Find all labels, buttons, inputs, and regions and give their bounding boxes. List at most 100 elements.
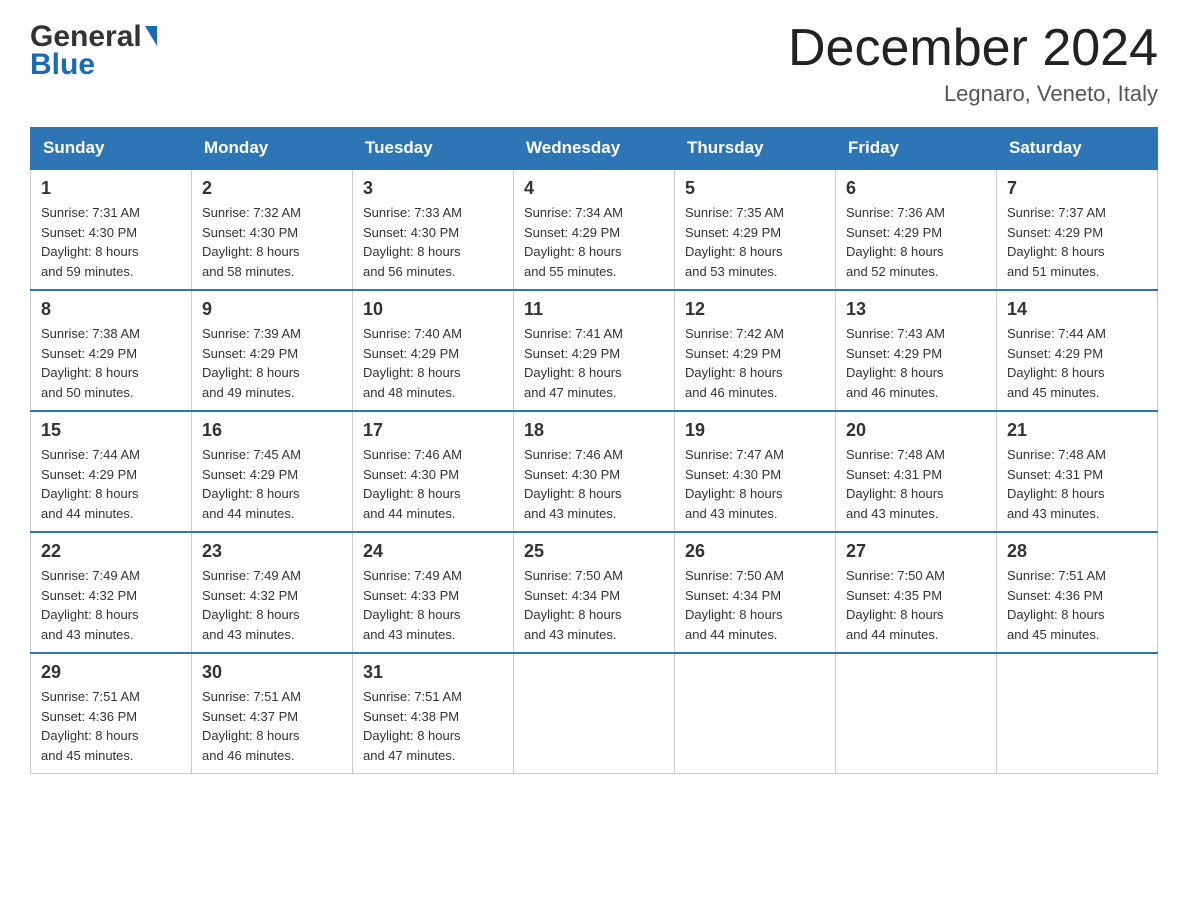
- day-cell: 3Sunrise: 7:33 AMSunset: 4:30 PMDaylight…: [353, 169, 514, 290]
- day-number: 15: [41, 420, 181, 441]
- day-info: Sunrise: 7:37 AMSunset: 4:29 PMDaylight:…: [1007, 203, 1147, 281]
- day-number: 7: [1007, 178, 1147, 199]
- day-info: Sunrise: 7:32 AMSunset: 4:30 PMDaylight:…: [202, 203, 342, 281]
- day-info: Sunrise: 7:39 AMSunset: 4:29 PMDaylight:…: [202, 324, 342, 402]
- day-info: Sunrise: 7:49 AMSunset: 4:33 PMDaylight:…: [363, 566, 503, 644]
- col-thursday: Thursday: [675, 128, 836, 170]
- logo-blue-text: Blue: [30, 48, 157, 82]
- col-saturday: Saturday: [997, 128, 1158, 170]
- day-number: 12: [685, 299, 825, 320]
- day-cell: 27 Sunrise: 7:50 AMSunset: 4:35 PMDayligh…: [836, 532, 997, 653]
- day-info: Sunrise: 7:50 AMSunset: 4:35 PMDaylight:…: [846, 566, 986, 644]
- day-number: 1: [41, 178, 181, 199]
- day-info: Sunrise: 7:44 AMSunset: 4:29 PMDaylight:…: [41, 445, 181, 523]
- day-cell: 12 Sunrise: 7:42 AMSunset: 4:29 PMDayligh…: [675, 290, 836, 411]
- day-cell: 22 Sunrise: 7:49 AMSunset: 4:32 PMDayligh…: [31, 532, 192, 653]
- day-number: 21: [1007, 420, 1147, 441]
- day-number: 11: [524, 299, 664, 320]
- day-info: Sunrise: 7:38 AMSunset: 4:29 PMDaylight:…: [41, 324, 181, 402]
- day-cell: [675, 653, 836, 774]
- day-cell: 31 Sunrise: 7:51 AMSunset: 4:38 PMDayligh…: [353, 653, 514, 774]
- day-cell: 6Sunrise: 7:36 AMSunset: 4:29 PMDaylight…: [836, 169, 997, 290]
- logo: General Blue: [30, 20, 157, 82]
- day-number: 20: [846, 420, 986, 441]
- day-number: 17: [363, 420, 503, 441]
- day-number: 8: [41, 299, 181, 320]
- day-number: 24: [363, 541, 503, 562]
- day-number: 13: [846, 299, 986, 320]
- location-text: Legnaro, Veneto, Italy: [788, 81, 1158, 107]
- day-cell: 25 Sunrise: 7:50 AMSunset: 4:34 PMDayligh…: [514, 532, 675, 653]
- day-info: Sunrise: 7:42 AMSunset: 4:29 PMDaylight:…: [685, 324, 825, 402]
- day-cell: [514, 653, 675, 774]
- day-cell: 28 Sunrise: 7:51 AMSunset: 4:36 PMDayligh…: [997, 532, 1158, 653]
- day-number: 16: [202, 420, 342, 441]
- day-cell: 30Sunrise: 7:51 AMSunset: 4:37 PMDayligh…: [192, 653, 353, 774]
- day-cell: 17 Sunrise: 7:46 AMSunset: 4:30 PMDayligh…: [353, 411, 514, 532]
- day-number: 2: [202, 178, 342, 199]
- day-cell: 13 Sunrise: 7:43 AMSunset: 4:29 PMDayligh…: [836, 290, 997, 411]
- day-number: 14: [1007, 299, 1147, 320]
- day-cell: 16Sunrise: 7:45 AMSunset: 4:29 PMDayligh…: [192, 411, 353, 532]
- day-number: 25: [524, 541, 664, 562]
- day-cell: 7 Sunrise: 7:37 AMSunset: 4:29 PMDaylight…: [997, 169, 1158, 290]
- day-cell: 14 Sunrise: 7:44 AMSunset: 4:29 PMDayligh…: [997, 290, 1158, 411]
- calendar-header: Sunday Monday Tuesday Wednesday Thursday…: [31, 128, 1158, 170]
- day-info: Sunrise: 7:51 AMSunset: 4:37 PMDaylight:…: [202, 687, 342, 765]
- day-info: Sunrise: 7:51 AMSunset: 4:36 PMDaylight:…: [1007, 566, 1147, 644]
- day-number: 28: [1007, 541, 1147, 562]
- day-info: Sunrise: 7:47 AMSunset: 4:30 PMDaylight:…: [685, 445, 825, 523]
- day-cell: 24 Sunrise: 7:49 AMSunset: 4:33 PMDayligh…: [353, 532, 514, 653]
- day-cell: 2 Sunrise: 7:32 AMSunset: 4:30 PMDaylight…: [192, 169, 353, 290]
- day-number: 27: [846, 541, 986, 562]
- day-info: Sunrise: 7:35 AMSunset: 4:29 PMDaylight:…: [685, 203, 825, 281]
- title-section: December 2024 Legnaro, Veneto, Italy: [788, 20, 1158, 107]
- day-cell: [836, 653, 997, 774]
- day-info: Sunrise: 7:50 AMSunset: 4:34 PMDaylight:…: [524, 566, 664, 644]
- page-header: General Blue December 2024 Legnaro, Vene…: [30, 20, 1158, 107]
- day-cell: 29 Sunrise: 7:51 AMSunset: 4:36 PMDayligh…: [31, 653, 192, 774]
- col-friday: Friday: [836, 128, 997, 170]
- day-info: Sunrise: 7:51 AMSunset: 4:36 PMDaylight:…: [41, 687, 181, 765]
- day-cell: 23Sunrise: 7:49 AMSunset: 4:32 PMDayligh…: [192, 532, 353, 653]
- day-cell: 26Sunrise: 7:50 AMSunset: 4:34 PMDayligh…: [675, 532, 836, 653]
- day-cell: 4 Sunrise: 7:34 AMSunset: 4:29 PMDaylight…: [514, 169, 675, 290]
- col-tuesday: Tuesday: [353, 128, 514, 170]
- day-info: Sunrise: 7:51 AMSunset: 4:38 PMDaylight:…: [363, 687, 503, 765]
- week-row-4: 22 Sunrise: 7:49 AMSunset: 4:32 PMDayligh…: [31, 532, 1158, 653]
- day-number: 3: [363, 178, 503, 199]
- day-info: Sunrise: 7:40 AMSunset: 4:29 PMDaylight:…: [363, 324, 503, 402]
- day-number: 29: [41, 662, 181, 683]
- day-info: Sunrise: 7:41 AMSunset: 4:29 PMDaylight:…: [524, 324, 664, 402]
- day-cell: 20Sunrise: 7:48 AMSunset: 4:31 PMDayligh…: [836, 411, 997, 532]
- week-row-2: 8 Sunrise: 7:38 AMSunset: 4:29 PMDaylight…: [31, 290, 1158, 411]
- day-cell: [997, 653, 1158, 774]
- day-cell: 1Sunrise: 7:31 AMSunset: 4:30 PMDaylight…: [31, 169, 192, 290]
- day-cell: 18 Sunrise: 7:46 AMSunset: 4:30 PMDayligh…: [514, 411, 675, 532]
- day-info: Sunrise: 7:46 AMSunset: 4:30 PMDaylight:…: [524, 445, 664, 523]
- day-number: 22: [41, 541, 181, 562]
- day-number: 18: [524, 420, 664, 441]
- day-cell: 21 Sunrise: 7:48 AMSunset: 4:31 PMDayligh…: [997, 411, 1158, 532]
- col-wednesday: Wednesday: [514, 128, 675, 170]
- day-info: Sunrise: 7:43 AMSunset: 4:29 PMDaylight:…: [846, 324, 986, 402]
- col-monday: Monday: [192, 128, 353, 170]
- week-row-5: 29 Sunrise: 7:51 AMSunset: 4:36 PMDayligh…: [31, 653, 1158, 774]
- day-cell: 11 Sunrise: 7:41 AMSunset: 4:29 PMDayligh…: [514, 290, 675, 411]
- month-title: December 2024: [788, 20, 1158, 77]
- day-cell: 8 Sunrise: 7:38 AMSunset: 4:29 PMDaylight…: [31, 290, 192, 411]
- day-info: Sunrise: 7:34 AMSunset: 4:29 PMDaylight:…: [524, 203, 664, 281]
- day-info: Sunrise: 7:46 AMSunset: 4:30 PMDaylight:…: [363, 445, 503, 523]
- day-cell: 19 Sunrise: 7:47 AMSunset: 4:30 PMDayligh…: [675, 411, 836, 532]
- day-number: 31: [363, 662, 503, 683]
- day-number: 19: [685, 420, 825, 441]
- day-number: 4: [524, 178, 664, 199]
- day-number: 26: [685, 541, 825, 562]
- col-sunday: Sunday: [31, 128, 192, 170]
- day-info: Sunrise: 7:48 AMSunset: 4:31 PMDaylight:…: [1007, 445, 1147, 523]
- day-info: Sunrise: 7:44 AMSunset: 4:29 PMDaylight:…: [1007, 324, 1147, 402]
- day-cell: 15 Sunrise: 7:44 AMSunset: 4:29 PMDayligh…: [31, 411, 192, 532]
- day-info: Sunrise: 7:49 AMSunset: 4:32 PMDaylight:…: [41, 566, 181, 644]
- day-number: 9: [202, 299, 342, 320]
- week-row-3: 15 Sunrise: 7:44 AMSunset: 4:29 PMDayligh…: [31, 411, 1158, 532]
